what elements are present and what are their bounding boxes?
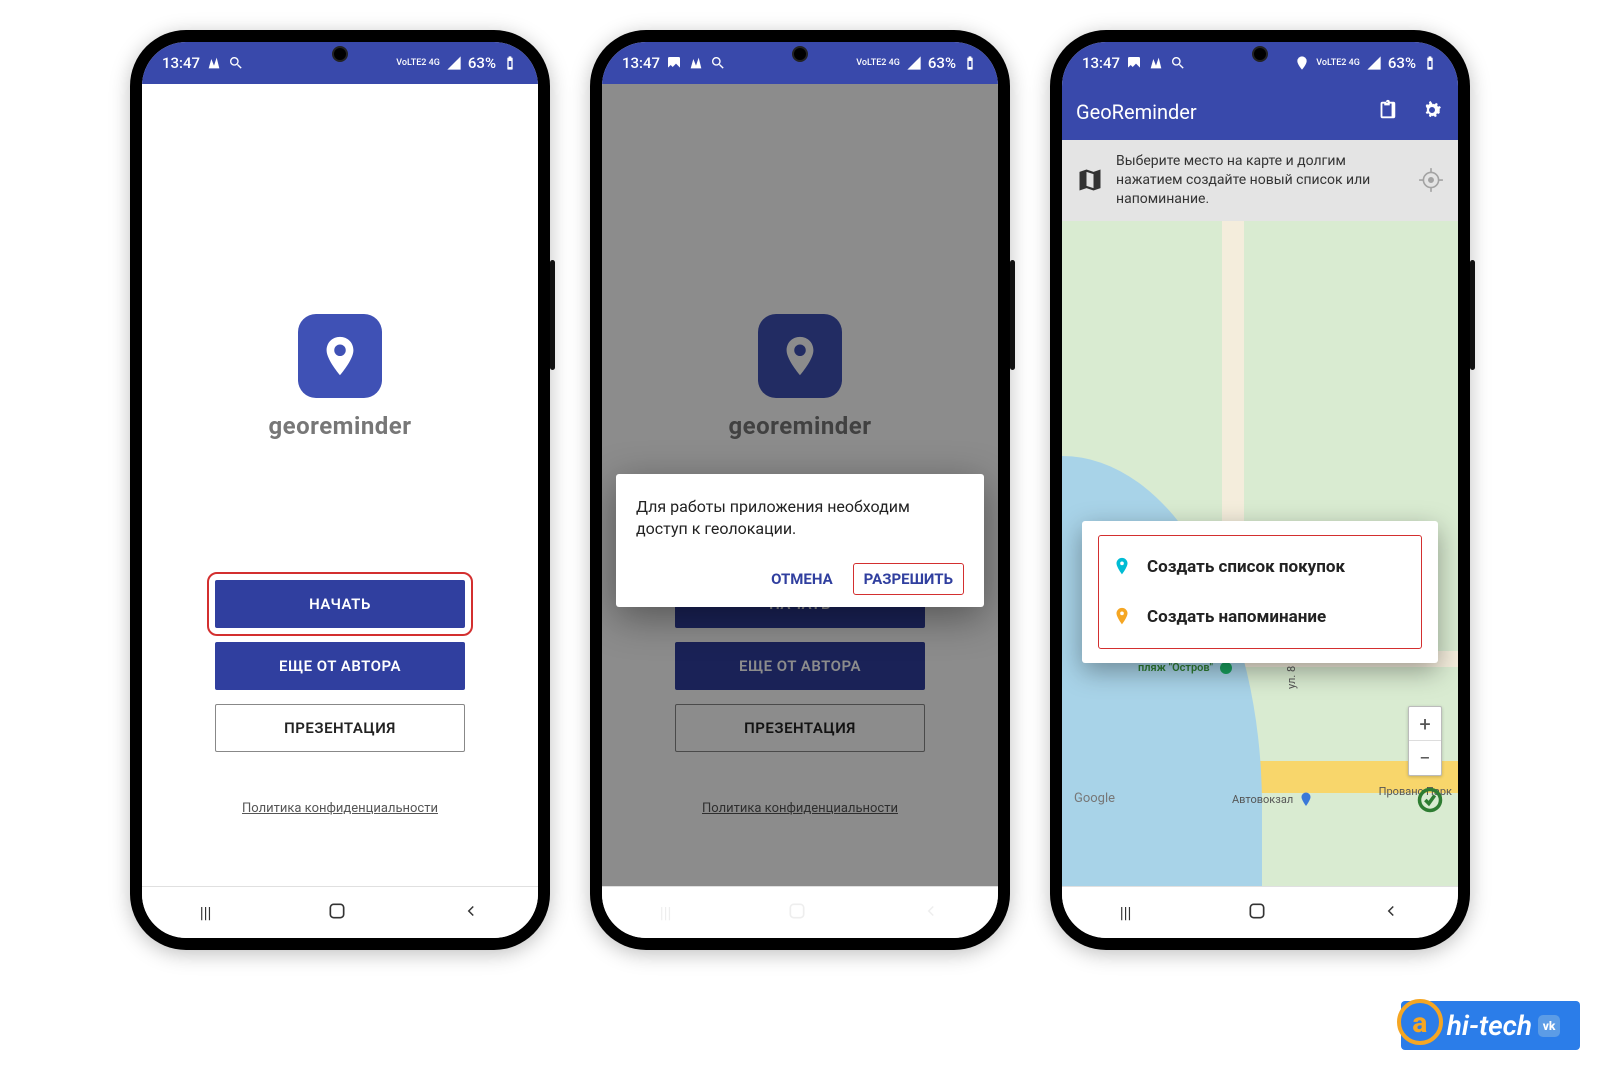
allow-button[interactable]: РАЗРЕШИТЬ bbox=[853, 563, 964, 595]
status-time: 13:47 bbox=[1082, 54, 1120, 72]
dialog-message: Для работы приложения необходим доступ к… bbox=[636, 496, 964, 541]
app-logo bbox=[298, 314, 382, 398]
nav-back-icon[interactable] bbox=[922, 902, 940, 924]
permission-dialog: Для работы приложения необходим доступ к… bbox=[616, 474, 984, 607]
network-label: VoLTE2 4G bbox=[396, 59, 440, 68]
hint-bar: Выберите место на карте и долгим нажатие… bbox=[1062, 140, 1458, 221]
nav-home-icon[interactable] bbox=[787, 901, 807, 925]
android-navbar: ||| bbox=[602, 886, 998, 938]
phone-frame-1: 13:47 VoLTE2 4G 63% georeminder bbox=[130, 30, 550, 950]
zoom-control: + − bbox=[1408, 706, 1442, 776]
front-camera bbox=[792, 46, 808, 62]
phone-frame-3: 13:47 VoLTE2 4G 63% GeoReminder bbox=[1050, 30, 1470, 950]
map[interactable]: SKY JUMP Школа № 22 ул. 1 Мая ул. 8 Март… bbox=[1062, 221, 1458, 886]
create-reminder-item[interactable]: Создать напоминание bbox=[1105, 592, 1415, 642]
status-time: 13:47 bbox=[622, 54, 660, 72]
image-indicator-icon bbox=[666, 55, 682, 71]
app-indicator-icon bbox=[688, 55, 704, 71]
hint-text: Выберите место на карте и долгим нажатие… bbox=[1116, 152, 1406, 209]
nav-home-icon[interactable] bbox=[1247, 901, 1267, 925]
app-bar-title: GeoReminder bbox=[1076, 100, 1197, 124]
create-shopping-list-item[interactable]: Создать список покупок bbox=[1105, 542, 1415, 592]
front-camera bbox=[332, 46, 348, 62]
battery-icon bbox=[1422, 55, 1438, 71]
signal-icon bbox=[1366, 55, 1382, 71]
map-context-menu: Создать список покупок Создать напоминан… bbox=[1082, 521, 1438, 663]
clipboard-icon[interactable] bbox=[1376, 99, 1398, 126]
location-icon bbox=[1294, 55, 1310, 71]
battery-icon bbox=[502, 55, 518, 71]
start-button[interactable]: НАЧАТЬ bbox=[215, 580, 465, 628]
status-time: 13:47 bbox=[162, 54, 200, 72]
presentation-button[interactable]: ПРЕЗЕНТАЦИЯ bbox=[215, 704, 465, 752]
search-icon bbox=[710, 55, 726, 71]
app-indicator-icon bbox=[206, 55, 222, 71]
battery-label: 63% bbox=[928, 54, 956, 72]
watermark-text: hi-tech bbox=[1447, 1009, 1532, 1042]
menu-item-label: Создать список покупок bbox=[1147, 557, 1345, 577]
app-name: georeminder bbox=[268, 412, 411, 440]
signal-icon bbox=[906, 55, 922, 71]
nav-recent-icon[interactable]: ||| bbox=[200, 903, 212, 922]
privacy-link[interactable]: Политика конфиденциальности bbox=[242, 801, 438, 816]
android-navbar: ||| bbox=[142, 886, 538, 938]
network-label: VoLTE2 4G bbox=[856, 59, 900, 68]
phone-frame-2: 13:47 VoLTE2 4G 63% georeminde bbox=[590, 30, 1010, 950]
search-icon bbox=[228, 55, 244, 71]
vk-icon: vk bbox=[1538, 1015, 1560, 1037]
app-bar: GeoReminder bbox=[1062, 84, 1458, 140]
app-indicator-icon bbox=[1148, 55, 1164, 71]
locate-icon[interactable] bbox=[1418, 167, 1444, 193]
poi-bus-station[interactable]: Автовокзал bbox=[1232, 791, 1315, 809]
nav-home-icon[interactable] bbox=[327, 901, 347, 925]
image-indicator-icon bbox=[1126, 55, 1142, 71]
search-icon bbox=[1170, 55, 1186, 71]
settings-icon[interactable] bbox=[1420, 98, 1444, 127]
front-camera bbox=[1252, 46, 1268, 62]
cancel-button[interactable]: ОТМЕНА bbox=[761, 564, 843, 594]
battery-icon bbox=[962, 55, 978, 71]
nav-recent-icon[interactable]: ||| bbox=[660, 903, 672, 922]
signal-icon bbox=[446, 55, 462, 71]
map-icon bbox=[1076, 166, 1104, 194]
google-attribution: Google bbox=[1074, 791, 1115, 806]
menu-item-label: Создать напоминание bbox=[1147, 607, 1326, 627]
battery-label: 63% bbox=[1388, 54, 1416, 72]
target-marker-icon bbox=[1416, 786, 1444, 814]
android-navbar: ||| bbox=[1062, 886, 1458, 938]
zoom-out-button[interactable]: − bbox=[1409, 741, 1441, 775]
nav-back-icon[interactable] bbox=[462, 902, 480, 924]
battery-label: 63% bbox=[468, 54, 496, 72]
nav-recent-icon[interactable]: ||| bbox=[1120, 903, 1132, 922]
network-label: VoLTE2 4G bbox=[1316, 59, 1360, 68]
at-icon: a bbox=[1397, 999, 1443, 1045]
watermark: a hi-tech vk bbox=[1401, 1001, 1580, 1050]
nav-back-icon[interactable] bbox=[1382, 902, 1400, 924]
zoom-in-button[interactable]: + bbox=[1409, 707, 1441, 741]
more-from-author-button[interactable]: ЕЩЕ ОТ АВТОРА bbox=[215, 642, 465, 690]
